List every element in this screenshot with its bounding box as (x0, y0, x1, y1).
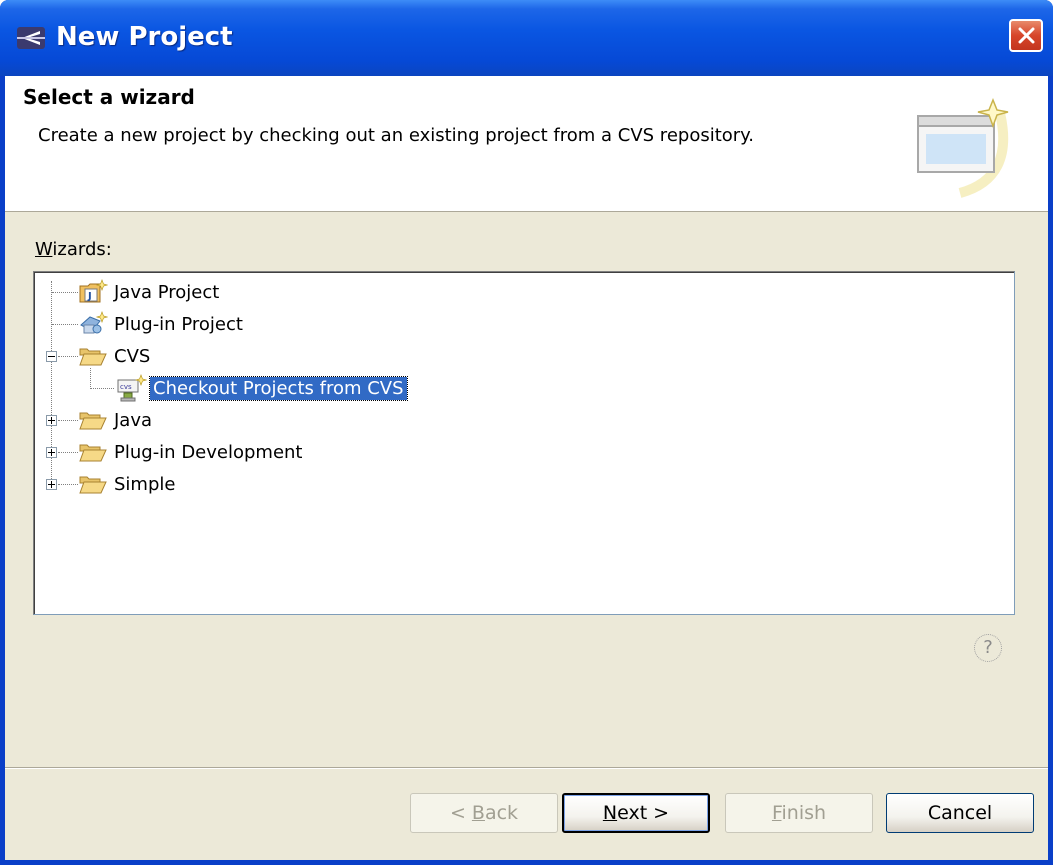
simple-expand-toggle[interactable] (46, 479, 57, 490)
title-bar[interactable]: New Project (0, 0, 1053, 76)
tree-item-label: CVS (114, 345, 151, 367)
cancel-button[interactable]: Cancel (886, 793, 1034, 833)
window-title: New Project (56, 22, 233, 52)
tree-item-label: Plug-in Project (114, 313, 243, 335)
tree-item-cvs-folder[interactable]: CVS (78, 341, 150, 371)
back-button[interactable]: < Back (410, 793, 558, 833)
wizards-tree[interactable]: J Java Project Plug-in Project CVS cvs C… (33, 271, 1015, 615)
tree-item-label: Checkout Projects from CVS (149, 375, 408, 401)
close-icon (1018, 27, 1035, 44)
tree-item-checkout-projects-from-cvs[interactable]: cvs Checkout Projects from CVS (115, 373, 408, 403)
svg-text:cvs: cvs (120, 383, 132, 391)
java-expand-toggle[interactable] (46, 415, 57, 426)
java-project-icon: J (79, 279, 108, 303)
wizard-banner: Select a wizard Create a new project by … (5, 76, 1048, 212)
wizards-label: Wizards: (35, 239, 112, 260)
plugin-project-icon (80, 311, 108, 334)
tree-item-label: Plug-in Development (114, 441, 303, 463)
new-wizard-icon (917, 98, 1009, 198)
tree-item-label: Java Project (114, 281, 220, 303)
folder-open-icon (79, 444, 107, 462)
banner-title: Select a wizard (23, 85, 195, 109)
dialog-client-area: Select a wizard Create a new project by … (5, 76, 1048, 860)
button-bar-separator (5, 767, 1048, 769)
tree-item-label: Simple (114, 473, 176, 495)
tree-connector (58, 420, 78, 421)
tree-connector (58, 452, 78, 453)
tree-item-plugin-development-folder[interactable]: Plug-in Development (78, 437, 303, 467)
tree-item-simple-folder[interactable]: Simple (78, 469, 175, 499)
next-button[interactable]: Next > (562, 793, 710, 833)
tree-item-java-project[interactable]: J Java Project (78, 277, 219, 307)
tree-connector (52, 324, 78, 325)
tree-connector (58, 356, 78, 357)
new-project-dialog: New Project Select a wizard Create a new… (0, 0, 1053, 865)
folder-open-icon (79, 476, 107, 494)
tree-item-java-folder[interactable]: Java (78, 405, 152, 435)
help-icon[interactable]: ? (974, 634, 1002, 662)
tree-item-plugin-project[interactable]: Plug-in Project (78, 309, 243, 339)
tree-connector (90, 368, 91, 389)
plugin-development-expand-toggle[interactable] (46, 447, 57, 458)
tree-item-label: Java (114, 409, 153, 431)
cvs-checkout-icon: cvs (117, 374, 147, 402)
cvs-collapse-toggle[interactable] (46, 351, 57, 362)
folder-open-icon (79, 348, 107, 366)
svg-text:J: J (87, 291, 92, 302)
close-button[interactable] (1009, 19, 1043, 52)
tree-connector (58, 484, 78, 485)
finish-button[interactable]: Finish (725, 793, 873, 833)
tree-connector (52, 292, 78, 293)
eclipse-app-icon (17, 27, 45, 49)
folder-open-icon (79, 412, 107, 430)
tree-connector (90, 388, 114, 389)
banner-description: Create a new project by checking out an … (38, 125, 754, 146)
